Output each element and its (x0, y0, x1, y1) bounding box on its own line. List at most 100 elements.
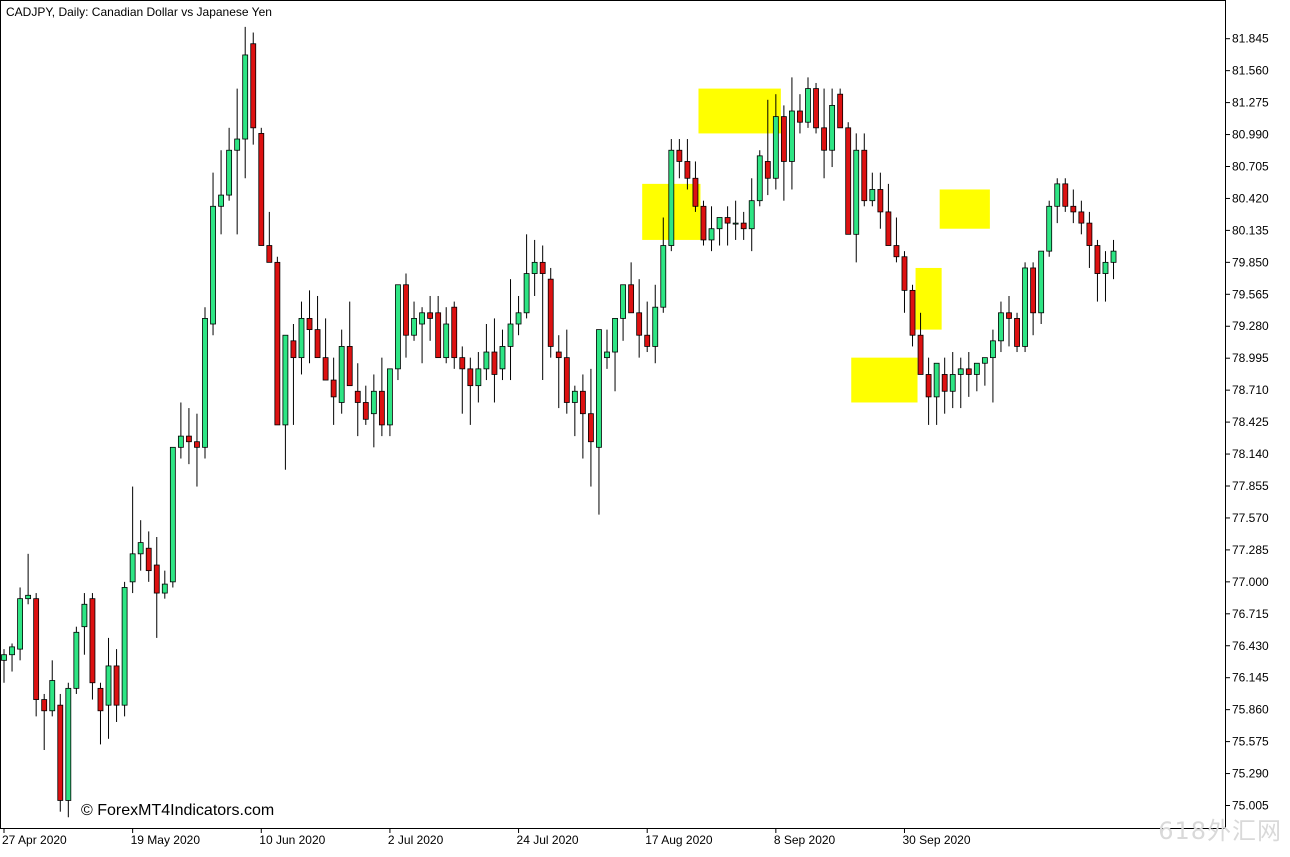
candle-body-bull (1038, 250, 1045, 314)
candle-body-bull (282, 334, 289, 426)
candle[interactable] (756, 150, 763, 207)
price-tick-label: 77.570 (1232, 511, 1269, 525)
candle-body-bear (435, 312, 442, 359)
candle-body-bear (467, 368, 474, 387)
price-tick-label: 81.275 (1232, 96, 1269, 110)
price-tick-label: 79.850 (1232, 255, 1269, 269)
candle-body-bull (957, 368, 964, 375)
candle[interactable] (274, 256, 281, 426)
candle-body-bull (9, 646, 15, 656)
candle-body-bull (65, 687, 72, 801)
candle[interactable] (395, 284, 401, 381)
candle[interactable] (813, 82, 819, 134)
candle-body-bear (194, 441, 200, 448)
candle-body-bear (346, 346, 353, 387)
candle-body-bull (620, 284, 626, 319)
candle-body-bear (917, 334, 924, 375)
candle-body-bull (612, 318, 618, 353)
candle-body-bear (797, 110, 803, 123)
candle[interactable] (1014, 312, 1020, 353)
candle-body-bull (1110, 250, 1117, 263)
candle-body-bull (73, 631, 80, 689)
candle-body-bull (853, 149, 860, 235)
candle[interactable] (668, 139, 675, 252)
price-tick-label: 78.710 (1232, 383, 1269, 397)
time-tick-label: 24 Jul 2020 (517, 833, 579, 847)
candle-body-bull (933, 362, 940, 398)
candle[interactable] (169, 446, 176, 588)
candle-body-bear (274, 261, 281, 426)
copyright-text: © ForexMT4Indicators.com (81, 802, 274, 819)
candle[interactable] (57, 693, 64, 812)
price-tick-label: 80.990 (1232, 128, 1269, 142)
candle[interactable] (17, 587, 23, 661)
candle-body-bull (531, 261, 538, 274)
candle[interactable] (33, 593, 40, 717)
candle-body-bull (81, 603, 88, 628)
candle-body-bull (17, 598, 23, 650)
candle[interactable] (547, 267, 554, 358)
candle-body-bear (354, 390, 361, 403)
candle[interactable] (845, 122, 852, 235)
candle-body-bull (708, 228, 715, 241)
highlight-zone (698, 88, 781, 134)
candle[interactable] (258, 127, 265, 246)
candle[interactable] (700, 200, 707, 246)
candle-body-bear (97, 687, 104, 712)
candle-body-bear (547, 278, 554, 347)
time-tick-label: 2 Jul 2020 (388, 833, 444, 847)
candle-body-bull (169, 446, 176, 583)
candle-body-bear (89, 598, 96, 684)
candle-body-bear (845, 127, 852, 235)
price-tick-label: 76.145 (1232, 671, 1269, 685)
candle-body-bear (1070, 205, 1077, 213)
time-tick-label: 10 Jun 2020 (259, 833, 325, 847)
candle[interactable] (73, 626, 80, 694)
time-tick-label: 27 Apr 2020 (2, 833, 67, 847)
candle-body-bull (242, 54, 249, 140)
candle-body-bull (202, 318, 208, 448)
candle-body-bear (1006, 312, 1012, 319)
candle-body-bear (33, 598, 40, 700)
candle-body-bear (563, 357, 570, 403)
candle-body-bear (740, 222, 747, 230)
price-tick-label: 81.845 (1232, 32, 1269, 46)
candle-body-bull (338, 346, 345, 403)
candle-body-bear (700, 205, 707, 241)
candle[interactable] (121, 581, 128, 717)
candle-body-bull (571, 390, 578, 403)
candlestick-chart[interactable]: 81.845 81.560 81.275 80.990 80.705 80.420 80.1… (0, 0, 1290, 852)
candle-body-bear (1086, 222, 1093, 246)
candle-body-bear (885, 211, 892, 246)
candle[interactable] (1046, 200, 1053, 257)
candle-body-bear (290, 340, 297, 359)
price-tick-label: 77.000 (1232, 575, 1269, 589)
candle-body-bull (748, 200, 755, 230)
candle-body-bear (941, 374, 948, 392)
candle-body-bull (652, 306, 659, 347)
price-tick-label: 77.285 (1232, 543, 1269, 557)
candle-body-bull (1022, 267, 1028, 347)
candle-body-bull (772, 116, 779, 179)
site-watermark: 618外汇网 (1158, 817, 1282, 845)
candle-body-bear (491, 351, 498, 375)
candle[interactable] (837, 88, 844, 129)
candle-body-bear (145, 547, 152, 572)
candle-body-bull (523, 273, 530, 314)
candle-body-bull (1102, 261, 1109, 274)
candle[interactable] (202, 307, 208, 459)
candle-body-bear (692, 177, 699, 207)
candle-body-bull (998, 312, 1004, 342)
price-tick-label: 78.995 (1232, 351, 1269, 365)
highlight-zone (915, 267, 942, 330)
candle-body-bear (724, 217, 731, 224)
candle[interactable] (250, 32, 257, 145)
candle-body-bull (25, 594, 32, 600)
candle[interactable] (1022, 262, 1028, 353)
candle-body-bear (314, 329, 321, 359)
candle-body-bear (403, 284, 409, 336)
candle-body-bull (177, 435, 184, 448)
candle[interactable] (1038, 250, 1045, 325)
candle[interactable] (65, 682, 72, 818)
candle-body-bull (105, 665, 112, 706)
